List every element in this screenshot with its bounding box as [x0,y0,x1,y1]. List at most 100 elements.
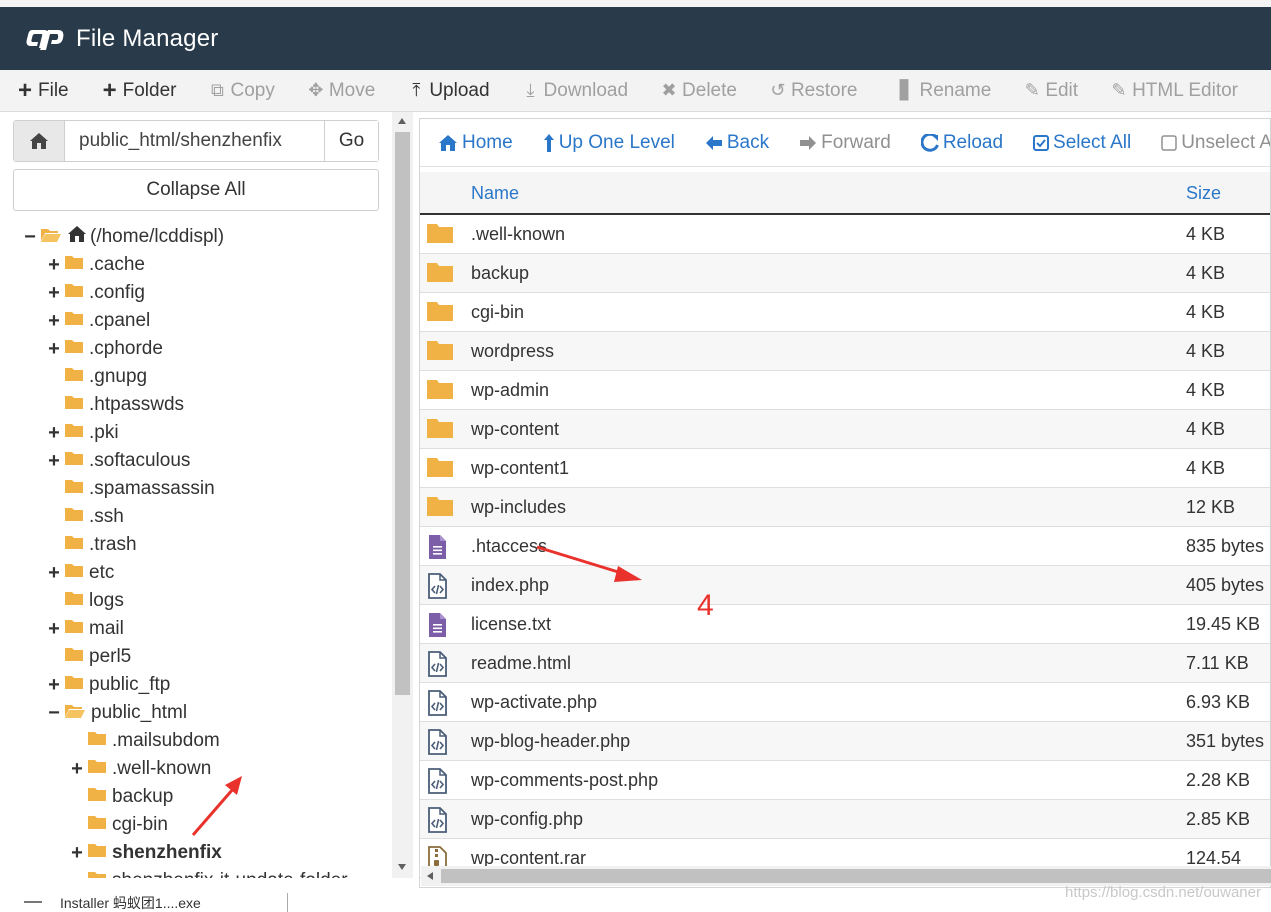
toolbar-p-button[interactable]: ⚿P [1254,70,1271,111]
tree-item-mail[interactable]: + mail [46,615,124,643]
toolbar-file-button[interactable]: + File [0,70,85,111]
tree-item-shenzhenfix-it-update-folder[interactable]: shenzhenfix-it-update-folder [69,867,348,878]
nav-button-label: Select All [1053,131,1132,153]
toolbar-move-button[interactable]: ✥ Move [291,70,391,111]
expand-icon[interactable]: + [46,283,62,303]
tree-item-pki[interactable]: + .pki [46,419,118,447]
tree-item-public-html[interactable]: − public_html [46,699,187,727]
tree-item-cpanel[interactable]: + .cpanel [46,307,150,335]
column-header-name[interactable]: Name [471,183,519,204]
tree-item-config[interactable]: + .config [46,279,145,307]
toolbar-html-editor-button[interactable]: ✎ HTML Editor [1094,70,1254,111]
nav-forward-button[interactable]: Forward [784,132,906,154]
toolbar-button-label: File [38,79,69,101]
folder-icon [64,310,84,332]
file-row[interactable]: wp-comments-post.php 2.28 KB [420,761,1270,800]
taskbar-item[interactable]: Installer 蚂蚁团1....exe [60,893,201,912]
tree-item-public-ftp[interactable]: + public_ftp [46,671,170,699]
tree-item-gnupg[interactable]: .gnupg [46,363,147,391]
file-name: backup [471,263,530,283]
file-row[interactable]: index.php 405 bytes [420,566,1270,605]
toolbar-rename-button[interactable]: ▋ Rename [881,70,1007,111]
folder-icon [64,394,84,416]
collapse-icon[interactable]: − [46,703,62,723]
tree-item-softaculous[interactable]: + .softaculous [46,447,190,475]
tree-item-mailsubdom[interactable]: .mailsubdom [69,727,220,755]
nav-reload-button[interactable]: Reload [906,132,1018,154]
toolbar-restore-button[interactable]: ↺ Restore [753,70,874,111]
expand-icon[interactable]: + [69,759,85,779]
nav-up-one-level-button[interactable]: Up One Level [528,132,690,154]
tree-item-label: .cpanel [89,310,151,331]
path-go-button[interactable]: Go [324,121,378,161]
toolbar-upload-button[interactable]: ⤒ Upload [391,70,505,111]
tree-item-home-lcddispl[interactable]: − (/home/lcddispl) [22,223,224,251]
file-row[interactable]: backup 4 KB [420,254,1270,293]
file-row[interactable]: license.txt 19.45 KB [420,605,1270,644]
file-row[interactable]: wp-config.php 2.85 KB [420,800,1270,839]
toolbar-download-button[interactable]: ⤓ Download [506,70,645,111]
nav-unselect-all-button[interactable]: Unselect All [1146,132,1270,154]
file-size: 2.28 KB [1186,770,1251,790]
tree-item-backup[interactable]: backup [69,783,173,811]
file-row[interactable]: readme.html 7.11 KB [420,644,1270,683]
scroll-down-icon[interactable] [398,864,406,870]
expand-icon[interactable]: + [46,451,62,471]
folder-icon [64,254,84,276]
nav-back-button[interactable]: Back [690,132,784,154]
tree-item-shenzhenfix[interactable]: + shenzhenfix [69,839,222,867]
file-row[interactable]: .htaccess 835 bytes [420,527,1270,566]
expand-icon[interactable]: + [46,311,62,331]
file-row[interactable]: wp-includes 12 KB [420,488,1270,527]
file-row[interactable]: wp-blog-header.php 351 bytes [420,722,1270,761]
tree-item-htpasswds[interactable]: .htpasswds [46,391,184,419]
expand-icon[interactable]: + [46,423,62,443]
path-input[interactable] [65,121,325,161]
file-list-horizontal-scrollbar[interactable] [421,866,1271,886]
scroll-up-icon[interactable] [398,118,406,124]
expand-icon[interactable]: + [46,619,62,639]
expand-icon[interactable]: + [46,255,62,275]
annotation-step-number: 4 [697,589,714,622]
toolbar-edit-button[interactable]: ✎ Edit [1007,70,1094,111]
toolbar-folder-button[interactable]: + Folder [85,70,193,111]
tree-item-cgi-bin[interactable]: cgi-bin [69,811,168,839]
tree-item-spamassassin[interactable]: .spamassassin [46,475,215,503]
edit-icon: ✎ [1024,80,1040,100]
file-row[interactable]: .well-known 4 KB [420,215,1270,254]
tree-item-perl5[interactable]: perl5 [46,643,131,671]
expand-icon[interactable]: + [46,339,62,359]
scroll-left-icon[interactable] [427,872,433,880]
column-header-size[interactable]: Size [1186,183,1221,204]
file-row[interactable]: cgi-bin 4 KB [420,293,1270,332]
file-name: wp-blog-header.php [471,731,631,751]
path-home-button[interactable] [14,121,66,161]
file-name: wp-config.php [471,809,584,829]
nav-select-all-button[interactable]: Select All [1018,132,1146,154]
expand-icon[interactable]: + [69,843,85,863]
collapse-icon[interactable]: − [22,227,38,247]
file-row[interactable]: wp-activate.php 6.93 KB [420,683,1270,722]
file-row[interactable]: wp-content 4 KB [420,410,1270,449]
tree-item-ssh[interactable]: .ssh [46,503,124,531]
expand-icon[interactable]: + [46,675,62,695]
file-row[interactable]: wordpress 4 KB [420,332,1270,371]
nav-home-button[interactable]: Home [420,132,528,154]
tree-scrollbar[interactable] [392,112,413,878]
expand-icon[interactable]: + [46,563,62,583]
tree-item-logs[interactable]: logs [46,587,124,615]
tree-item-cache[interactable]: + .cache [46,251,145,279]
toolbar-delete-button[interactable]: ✖ Delete [644,70,753,111]
tree-item-well-known[interactable]: + .well-known [69,755,211,783]
toolbar-copy-button[interactable]: ⧉ Copy [192,70,290,111]
tree-item-trash[interactable]: .trash [46,531,137,559]
tree-item-cphorde[interactable]: + .cphorde [46,335,163,363]
tree-item-etc[interactable]: + etc [46,559,114,587]
file-name: license.txt [471,614,552,634]
tree-scrollbar-thumb[interactable] [395,132,410,695]
restore-icon: ↺ [770,80,786,100]
collapse-all-button[interactable]: Collapse All [13,169,379,211]
file-row[interactable]: wp-admin 4 KB [420,371,1270,410]
horizontal-scrollbar-thumb[interactable] [441,869,1271,883]
file-row[interactable]: wp-content1 4 KB [420,449,1270,488]
